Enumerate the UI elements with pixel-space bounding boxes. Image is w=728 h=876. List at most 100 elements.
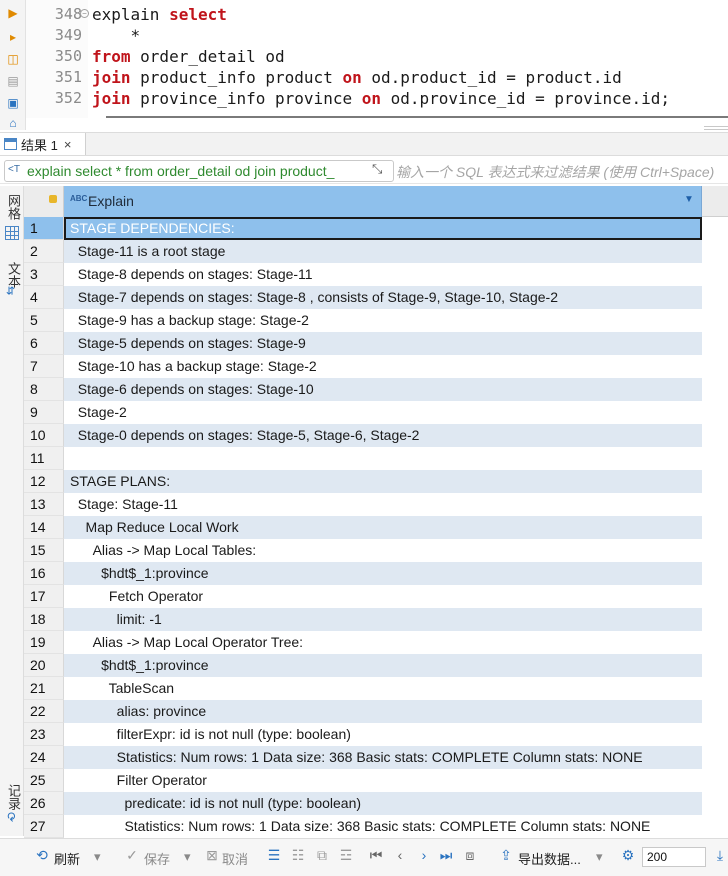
side-tab-record[interactable]: 记录	[4, 784, 23, 810]
splitter-handle[interactable]	[704, 126, 728, 130]
table-row[interactable]: 16 $hdt$_1:province	[24, 562, 728, 585]
page-size-input[interactable]: 200	[642, 847, 706, 867]
explain-cell[interactable]: Stage-5 depends on stages: Stage-9	[64, 332, 702, 355]
table-row[interactable]: 3 Stage-8 depends on stages: Stage-11	[24, 263, 728, 286]
explain-cell[interactable]: Stage-8 depends on stages: Stage-11	[64, 263, 702, 286]
table-row[interactable]: 22 alias: province	[24, 700, 728, 723]
grid-corner[interactable]	[24, 186, 64, 217]
explain-cell[interactable]: Statistics: Num rows: 1 Data size: 368 B…	[64, 815, 702, 838]
row-number[interactable]: 8	[24, 378, 64, 401]
table-row[interactable]: 14 Map Reduce Local Work	[24, 516, 728, 539]
export-data-button[interactable]: 导出数据...	[518, 849, 581, 868]
export-dropdown-icon[interactable]: ▾	[596, 849, 603, 865]
explain-cell[interactable]: TableScan	[64, 677, 702, 700]
row-number[interactable]: 10	[24, 424, 64, 447]
table-row[interactable]: 12 STAGE PLANS:	[24, 470, 728, 493]
row-number[interactable]: 4	[24, 286, 64, 309]
row-number[interactable]: 19	[24, 631, 64, 654]
side-tab-grid[interactable]: 网格	[4, 194, 23, 220]
record-view-icon[interactable]: ⟳	[4, 812, 18, 822]
table-row[interactable]: 18 limit: -1	[24, 608, 728, 631]
row-number[interactable]: 3	[24, 263, 64, 286]
copy-row-icon[interactable]: ⧉	[314, 847, 330, 863]
row-number[interactable]: 12	[24, 470, 64, 493]
row-number[interactable]: 13	[24, 493, 64, 516]
row-number[interactable]: 2	[24, 240, 64, 263]
export-data-icon[interactable]: ⤓	[712, 847, 728, 863]
grid-view-icon[interactable]	[5, 226, 19, 240]
explain-cell[interactable]: Stage-7 depends on stages: Stage-8 , con…	[64, 286, 702, 309]
explain-cell[interactable]: alias: province	[64, 700, 702, 723]
row-number[interactable]: 25	[24, 769, 64, 792]
table-row[interactable]: 24 Statistics: Num rows: 1 Data size: 36…	[24, 746, 728, 769]
row-number[interactable]: 21	[24, 677, 64, 700]
explain-cell[interactable]: predicate: id is not null (type: boolean…	[64, 792, 702, 815]
refresh-icon[interactable]: ⟲	[34, 847, 50, 863]
history-icon[interactable]: ▤	[6, 74, 20, 88]
explain-cell[interactable]: Alias -> Map Local Operator Tree:	[64, 631, 702, 654]
explain-cell[interactable]: Stage-2	[64, 401, 702, 424]
execute-script-icon[interactable]: ▸	[6, 30, 20, 44]
row-number[interactable]: 27	[24, 815, 64, 838]
terminal-icon[interactable]: ▣	[6, 96, 20, 110]
row-number[interactable]: 5	[24, 309, 64, 332]
explain-cell[interactable]: Stage-6 depends on stages: Stage-10	[64, 378, 702, 401]
query-text-field[interactable]: <T explain select * from order_detail od…	[4, 160, 394, 182]
cancel-button[interactable]: 取消	[222, 849, 248, 868]
table-row[interactable]: 8 Stage-6 depends on stages: Stage-10	[24, 378, 728, 401]
explain-cell[interactable]: Stage-11 is a root stage	[64, 240, 702, 263]
fold-toggle-icon[interactable]: −	[80, 9, 89, 18]
explain-cell[interactable]: Alias -> Map Local Tables:	[64, 539, 702, 562]
editor-horizontal-scrollbar[interactable]	[106, 116, 728, 118]
table-row[interactable]: 25 Filter Operator	[24, 769, 728, 792]
gear-icon[interactable]: ⚙	[620, 847, 636, 863]
row-number[interactable]: 23	[24, 723, 64, 746]
row-number[interactable]: 22	[24, 700, 64, 723]
table-row[interactable]: 10 Stage-0 depends on stages: Stage-5, S…	[24, 424, 728, 447]
table-row[interactable]: 20 $hdt$_1:province	[24, 654, 728, 677]
edit-row-icon[interactable]: ☰	[266, 847, 282, 863]
row-number[interactable]: 15	[24, 539, 64, 562]
explain-cell[interactable]: Fetch Operator	[64, 585, 702, 608]
table-row[interactable]: 17 Fetch Operator	[24, 585, 728, 608]
row-number[interactable]: 9	[24, 401, 64, 424]
explain-cell[interactable]	[64, 447, 702, 470]
results-grid[interactable]: ABC Explain ▼ 1 STAGE DEPENDENCIES: 2 Stag…	[24, 186, 728, 838]
row-number[interactable]: 11	[24, 447, 64, 470]
side-tab-text[interactable]: 文本	[4, 262, 23, 288]
explain-cell[interactable]: Stage-10 has a backup stage: Stage-2	[64, 355, 702, 378]
fetch-all-icon[interactable]: ⧈	[462, 847, 478, 863]
row-number[interactable]: 14	[24, 516, 64, 539]
save-button[interactable]: 保存	[144, 849, 170, 868]
explain-cell[interactable]: Stage-9 has a backup stage: Stage-2	[64, 309, 702, 332]
table-row[interactable]: 6 Stage-5 depends on stages: Stage-9	[24, 332, 728, 355]
tab-result-1[interactable]: 结果 1 ×	[0, 133, 86, 155]
row-number[interactable]: 26	[24, 792, 64, 815]
explain-cell[interactable]: Stage-0 depends on stages: Stage-5, Stag…	[64, 424, 702, 447]
table-row[interactable]: 19 Alias -> Map Local Operator Tree:	[24, 631, 728, 654]
table-row[interactable]: 2 Stage-11 is a root stage	[24, 240, 728, 263]
table-row[interactable]: 23 filterExpr: id is not null (type: boo…	[24, 723, 728, 746]
table-row[interactable]: 4 Stage-7 depends on stages: Stage-8 , c…	[24, 286, 728, 309]
row-number[interactable]: 16	[24, 562, 64, 585]
next-page-icon[interactable]: ›	[416, 847, 432, 863]
save-dropdown-icon[interactable]: ▾	[184, 849, 191, 865]
delete-row-icon[interactable]: ☲	[338, 847, 354, 863]
table-row[interactable]: 9 Stage-2	[24, 401, 728, 424]
sql-editor[interactable]: ▶ ▸ ◫ ▤ ▣ ⌂ 348 349 350 351 352 − explain se…	[0, 0, 728, 130]
text-view-icon[interactable]: ⇆	[4, 286, 17, 295]
explain-cell[interactable]: $hdt$_1:province	[64, 562, 702, 585]
sort-arrow-icon[interactable]: ▼	[684, 194, 694, 205]
explain-cell[interactable]: Map Reduce Local Work	[64, 516, 702, 539]
execute-statement-icon[interactable]: ▶	[6, 6, 20, 20]
row-number[interactable]: 18	[24, 608, 64, 631]
filter-input[interactable]: 输入一个 SQL 表达式来过滤结果 (使用 Ctrl+Space)	[396, 162, 714, 182]
explain-cell[interactable]: $hdt$_1:province	[64, 654, 702, 677]
row-number[interactable]: 1	[24, 217, 64, 240]
table-row[interactable]: 13 Stage: Stage-11	[24, 493, 728, 516]
previous-page-icon[interactable]: ‹	[392, 847, 408, 863]
explain-cell[interactable]: Stage: Stage-11	[64, 493, 702, 516]
expand-icon[interactable]: ⤡	[372, 161, 382, 177]
column-header-explain[interactable]: ABC Explain ▼	[64, 186, 702, 217]
explain-cell[interactable]: Statistics: Num rows: 1 Data size: 368 B…	[64, 746, 702, 769]
